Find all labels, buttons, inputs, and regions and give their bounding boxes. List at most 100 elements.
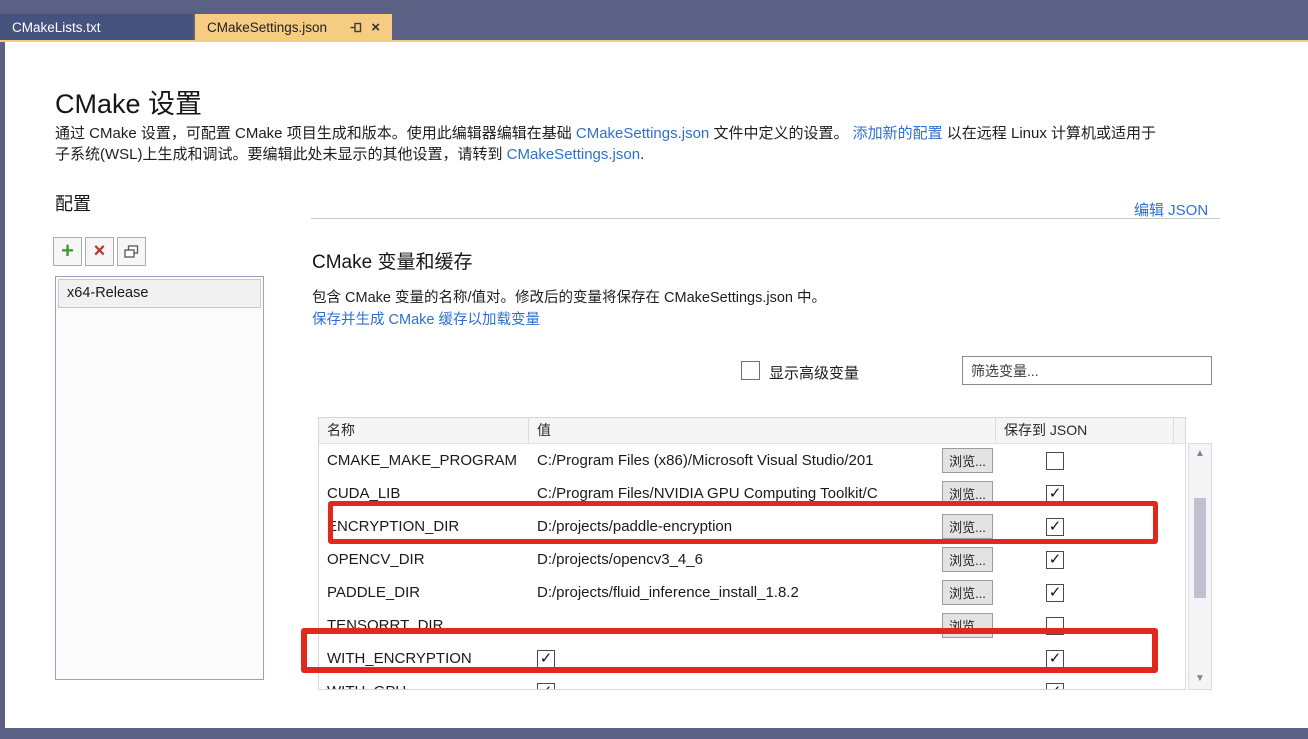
- save-to-json-cell: [996, 617, 1174, 635]
- cmakesettings-json-link[interactable]: CMakeSettings.json: [507, 146, 640, 163]
- save-to-json-cell: ✓: [996, 518, 1174, 536]
- edit-json-link[interactable]: 编辑 JSON: [1134, 202, 1208, 219]
- save-to-json-checkbox[interactable]: ✓: [1046, 650, 1064, 668]
- save-link-wrap: 保存并生成 CMake 缓存以加载变量: [312, 308, 540, 329]
- variable-value-cell[interactable]: ✓: [529, 675, 996, 690]
- variable-value-cell[interactable]: D:/projects/paddle-encryption浏览...: [529, 510, 996, 543]
- pin-icon[interactable]: [350, 21, 363, 34]
- tab-cmakesettings[interactable]: CMakeSettings.json ×: [195, 14, 392, 40]
- section-divider: [311, 218, 1220, 219]
- desc-text: 子系统(WSL)上生成和调试。要编辑此处未显示的其他设置，请转到: [55, 146, 507, 163]
- configurations-list: x64-Release: [55, 276, 264, 680]
- variable-value-text: D:/projects/fluid_inference_install_1.8.…: [537, 584, 799, 601]
- tab-cmakelists[interactable]: CMakeLists.txt: [0, 14, 193, 40]
- variables-table-header: 名称 值 保存到 JSON: [319, 418, 1185, 444]
- scroll-down-arrow[interactable]: ▼: [1189, 671, 1211, 687]
- variable-value-cell[interactable]: D:/projects/fluid_inference_install_1.8.…: [529, 576, 996, 609]
- document-tabstrip: CMakeLists.txt CMakeSettings.json ×: [0, 14, 1308, 40]
- browse-button[interactable]: 浏览...: [942, 514, 993, 539]
- table-row-tensorrt_dir[interactable]: TENSORRT_DIR 浏览...: [319, 609, 1185, 642]
- active-tab-underline: [0, 40, 1308, 42]
- variable-name: WITH_ENCRYPTION: [319, 650, 529, 667]
- window-left-border: [0, 42, 5, 728]
- variable-value-text: D:/projects/opencv3_4_6: [537, 551, 703, 568]
- show-advanced-label: 显示高级变量: [769, 362, 859, 383]
- remove-configuration-button[interactable]: ×: [85, 237, 114, 266]
- value-checkbox[interactable]: ✓: [537, 683, 555, 691]
- cmake-settings-editor: CMakeLists.txt CMakeSettings.json × CMak…: [0, 0, 1308, 739]
- tab-label: CMakeSettings.json: [207, 20, 327, 35]
- desc-text: .: [640, 146, 644, 163]
- save-to-json-checkbox[interactable]: ✓: [1046, 551, 1064, 569]
- page-description: 通过 CMake 设置，可配置 CMake 项目生成和版本。使用此编辑器编辑在基…: [55, 123, 1308, 165]
- window-bottombar: [0, 728, 1308, 739]
- variable-name: OPENCV_DIR: [319, 551, 529, 568]
- save-to-json-cell: ✓: [996, 551, 1174, 569]
- configuration-item-x64-release[interactable]: x64-Release: [58, 279, 261, 308]
- save-and-generate-link[interactable]: 保存并生成 CMake 缓存以加载变量: [312, 312, 540, 328]
- vertical-scrollbar[interactable]: ▲ ▼: [1188, 443, 1212, 690]
- save-to-json-checkbox[interactable]: [1046, 452, 1064, 470]
- configurations-heading: 配置: [55, 190, 91, 216]
- copy-icon: [124, 245, 139, 259]
- window-titlebar: [0, 0, 1308, 14]
- close-icon[interactable]: ×: [371, 20, 380, 35]
- scroll-up-arrow[interactable]: ▲: [1189, 446, 1211, 462]
- table-row-encryption_dir[interactable]: ENCRYPTION_DIRD:/projects/paddle-encrypt…: [319, 510, 1185, 543]
- filter-variables-input[interactable]: [962, 356, 1212, 385]
- save-to-json-cell: [996, 452, 1174, 470]
- browse-button[interactable]: 浏览...: [942, 613, 993, 638]
- table-row-paddle_dir[interactable]: PADDLE_DIR D:/projects/fluid_inference_in…: [319, 576, 1185, 609]
- column-header-extra: [1174, 418, 1185, 443]
- variable-value-cell[interactable]: C:/Program Files/NVIDIA GPU Computing To…: [529, 477, 996, 510]
- browse-button[interactable]: 浏览...: [942, 448, 993, 473]
- variable-name: CMAKE_MAKE_PROGRAM: [319, 452, 529, 469]
- save-to-json-cell: ✓: [996, 683, 1174, 691]
- save-to-json-checkbox[interactable]: [1046, 617, 1064, 635]
- table-row-with_gpu[interactable]: WITH_GPU ✓ ✓: [319, 675, 1185, 690]
- table-row-with_encryption[interactable]: WITH_ENCRYPTION ✓ ✓: [319, 642, 1185, 675]
- table-row-cmake_make_program[interactable]: CMAKE_MAKE_PROGRAM C:/Program Files (x86)…: [319, 444, 1185, 477]
- variables-table-body: CMAKE_MAKE_PROGRAM C:/Program Files (x86)…: [319, 444, 1185, 690]
- desc-text: 以在远程 Linux 计算机或适用于: [943, 125, 1156, 142]
- variable-name: CUDA_LIB: [319, 485, 529, 502]
- variable-value-text: C:/Program Files (x86)/Microsoft Visual …: [537, 452, 874, 469]
- duplicate-configuration-button[interactable]: [117, 237, 146, 266]
- desc-text: 文件中定义的设置。: [709, 125, 852, 142]
- save-to-json-checkbox[interactable]: ✓: [1046, 683, 1064, 691]
- save-to-json-checkbox[interactable]: ✓: [1046, 584, 1064, 602]
- plus-icon: +: [61, 240, 74, 262]
- save-to-json-cell: ✓: [996, 485, 1174, 503]
- column-header-save-to-json[interactable]: 保存到 JSON: [996, 418, 1174, 443]
- variable-name: ENCRYPTION_DIR: [319, 518, 529, 535]
- add-configuration-link[interactable]: 添加新的配置: [853, 125, 943, 142]
- variable-name: WITH_GPU: [319, 683, 529, 690]
- variable-name: TENSORRT_DIR: [319, 617, 529, 634]
- show-advanced-checkbox[interactable]: [741, 361, 760, 380]
- save-to-json-checkbox[interactable]: ✓: [1046, 518, 1064, 536]
- cmakesettings-json-link[interactable]: CMakeSettings.json: [576, 125, 709, 142]
- variables-heading: CMake 变量和缓存: [312, 247, 472, 274]
- add-configuration-button[interactable]: +: [53, 237, 82, 266]
- value-checkbox[interactable]: ✓: [537, 650, 555, 668]
- browse-button[interactable]: 浏览...: [942, 580, 993, 605]
- tab-label: CMakeLists.txt: [12, 20, 101, 35]
- variable-value-cell[interactable]: 浏览...: [529, 609, 996, 642]
- column-header-value[interactable]: 值: [529, 418, 996, 443]
- browse-button[interactable]: 浏览...: [942, 547, 993, 572]
- configurations-toolbar: + ×: [53, 237, 146, 266]
- variable-name: PADDLE_DIR: [319, 584, 529, 601]
- browse-button[interactable]: 浏览...: [942, 481, 993, 506]
- scrollbar-thumb[interactable]: [1194, 498, 1206, 598]
- column-header-name[interactable]: 名称: [319, 418, 529, 443]
- variable-value-cell[interactable]: C:/Program Files (x86)/Microsoft Visual …: [529, 444, 996, 477]
- variable-value-cell[interactable]: D:/projects/opencv3_4_6 浏览...: [529, 543, 996, 576]
- table-row-opencv_dir[interactable]: OPENCV_DIR D:/projects/opencv3_4_6 浏览... ✓: [319, 543, 1185, 576]
- desc-text: 通过 CMake 设置，可配置 CMake 项目生成和版本。使用此编辑器编辑在基…: [55, 125, 576, 142]
- variable-value-cell[interactable]: ✓: [529, 642, 996, 675]
- save-to-json-cell: ✓: [996, 650, 1174, 668]
- page-title: CMake 设置: [55, 82, 202, 121]
- save-to-json-checkbox[interactable]: ✓: [1046, 485, 1064, 503]
- edit-json-link-wrap: 编辑 JSON: [1134, 199, 1208, 220]
- table-row-cuda_lib[interactable]: CUDA_LIBC:/Program Files/NVIDIA GPU Comp…: [319, 477, 1185, 510]
